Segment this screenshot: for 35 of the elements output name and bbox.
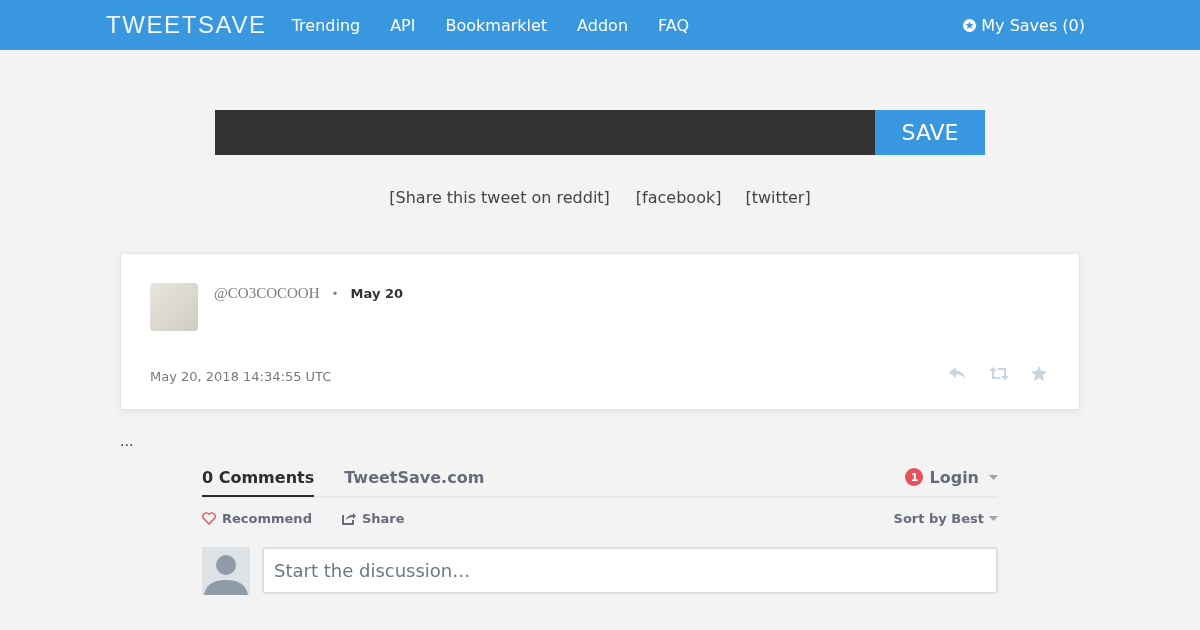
ellipsis-text: ...: [120, 433, 134, 449]
comment-input[interactable]: Start the discussion…: [262, 547, 998, 594]
nav-link[interactable]: API: [375, 15, 431, 35]
sort-dropdown[interactable]: Sort by Best: [893, 510, 998, 526]
caret-icon: [989, 474, 998, 480]
reply-icon[interactable]: [949, 367, 967, 380]
nav-link[interactable]: Bookmarklet: [430, 15, 563, 35]
save-button[interactable]: SAVE: [875, 110, 985, 155]
nav-link[interactable]: Addon: [562, 15, 643, 35]
share-link[interactable]: [facebook]: [635, 188, 722, 208]
caret-icon: [989, 515, 998, 521]
photo-placeholder: [150, 283, 198, 331]
tweet-url-input[interactable]: [215, 110, 875, 155]
user-handle: @CO3COCOOH: [214, 285, 320, 302]
my-saves-link[interactable]: My Saves (0): [963, 15, 1085, 35]
separator-dot: •: [331, 286, 339, 301]
site-logo[interactable]: TWEETSAVE: [106, 11, 267, 39]
star-icon[interactable]: [1031, 366, 1047, 381]
nav-link[interactable]: FAQ: [643, 15, 704, 35]
comments-tab[interactable]: TweetSave.com: [344, 459, 485, 497]
nav-link[interactable]: Trending: [276, 15, 376, 35]
retweet-icon[interactable]: [989, 367, 1009, 380]
tweet-date: May 20: [350, 286, 403, 301]
share-link[interactable]: [Share this tweet on reddit]: [389, 188, 610, 208]
comments-tab[interactable]: 0 Comments: [202, 459, 315, 497]
notification-badge: 1: [905, 468, 924, 486]
share-link[interactable]: [twitter]: [745, 188, 811, 208]
recommend-action[interactable]: Recommend: [202, 510, 312, 526]
share-icon: [341, 511, 356, 525]
tweet-timestamp: May 20, 2018 14:34:55 UTC: [150, 369, 332, 384]
heart-icon: [202, 511, 216, 525]
star-circle-icon: [963, 18, 977, 32]
user-silhouette-icon: [202, 547, 250, 595]
share-action[interactable]: Share: [341, 510, 405, 526]
login-link[interactable]: Login: [929, 467, 998, 487]
